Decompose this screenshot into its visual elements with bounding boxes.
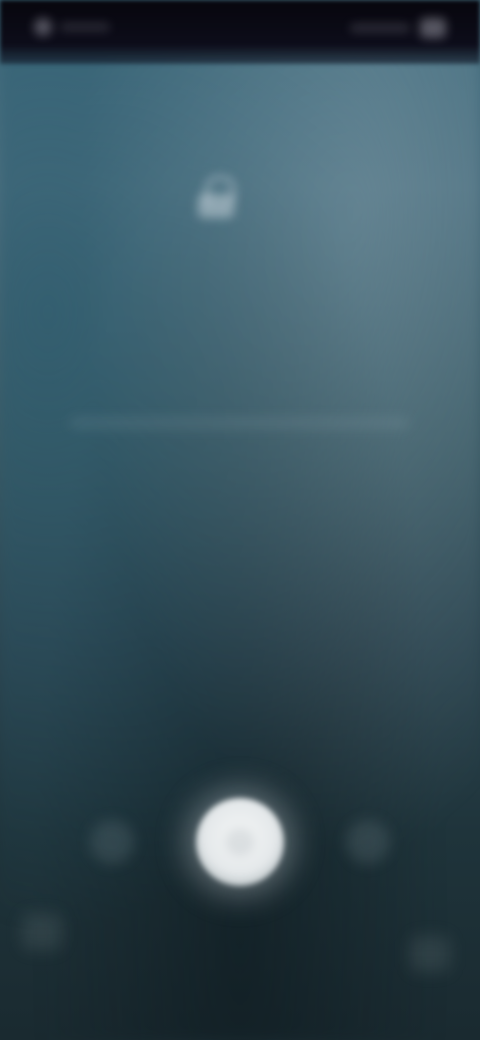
status-bar-right <box>350 16 446 40</box>
bottom-right-shortcut-icon[interactable] <box>410 936 450 972</box>
lock-icon <box>196 176 236 220</box>
lock-screen <box>0 0 480 1040</box>
status-left-text <box>60 23 110 31</box>
phone-icon[interactable] <box>90 820 134 864</box>
date-line-glow <box>70 418 410 428</box>
fingerprint-icon <box>226 828 254 856</box>
notification-dot-icon <box>34 18 52 36</box>
battery-icon <box>420 18 446 38</box>
bottom-left-shortcut-icon[interactable] <box>22 914 62 950</box>
status-right-text <box>350 24 410 32</box>
camera-icon[interactable] <box>346 820 390 864</box>
fingerprint-button[interactable] <box>196 798 284 886</box>
status-bar-left <box>30 14 114 40</box>
